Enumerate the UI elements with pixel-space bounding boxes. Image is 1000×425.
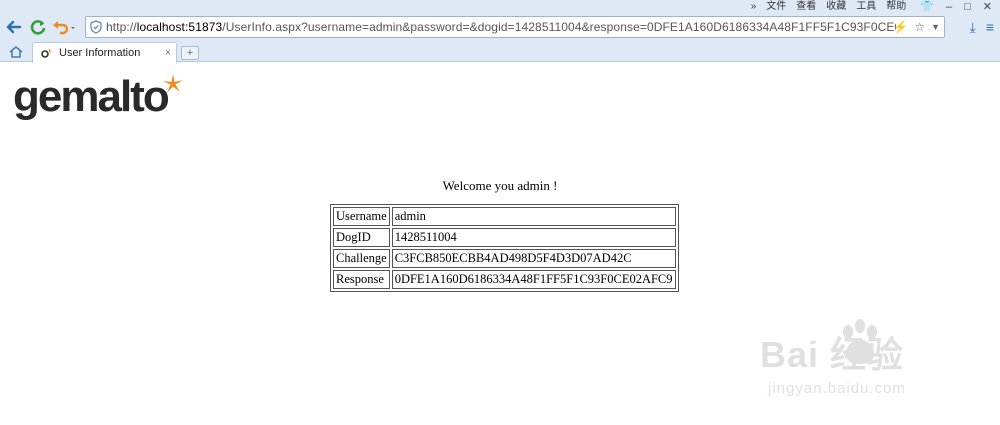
user-info-table: Username admin DogID 1428511004 Challeng… bbox=[330, 204, 679, 292]
undo-close-tab-button[interactable] bbox=[51, 16, 79, 38]
refresh-button[interactable] bbox=[27, 16, 49, 38]
gemalto-logo: gemalto bbox=[13, 72, 183, 122]
welcome-message: Welcome you admin ! bbox=[442, 178, 558, 193]
dropdown-arrow-icon[interactable]: ▼ bbox=[931, 19, 940, 35]
watermark-domain: jingyan.baidu.com bbox=[768, 380, 906, 397]
new-tab-button[interactable]: + bbox=[181, 46, 199, 60]
menu-favorites[interactable]: 收藏 bbox=[826, 0, 846, 14]
row-value: admin bbox=[391, 207, 676, 226]
close-window-icon[interactable]: ✕ bbox=[983, 0, 992, 14]
url-text[interactable]: http://localhost:51873/UserInfo.aspx?use… bbox=[106, 20, 896, 34]
maximize-icon[interactable]: □ bbox=[964, 0, 971, 14]
window-menu-bar: » 文件 查看 收藏 工具 帮助 👕 – □ ✕ bbox=[751, 0, 1000, 14]
undo-icon bbox=[53, 21, 75, 35]
tab-bar: User Information × + bbox=[0, 41, 1000, 63]
download-icon[interactable]: ⤓ bbox=[970, 19, 976, 36]
paw-icon bbox=[843, 319, 877, 364]
shield-icon bbox=[86, 17, 106, 37]
home-icon bbox=[9, 46, 23, 58]
row-key: Username bbox=[333, 207, 390, 226]
skin-icon[interactable]: 👕 bbox=[920, 0, 934, 14]
home-button[interactable] bbox=[6, 43, 26, 61]
toolbar-right: ⤓ ≡ bbox=[970, 16, 994, 38]
tab-user-information[interactable]: User Information × bbox=[32, 42, 177, 63]
row-value: 1428511004 bbox=[391, 228, 676, 247]
menu-more[interactable]: » bbox=[751, 0, 757, 14]
table-row: DogID 1428511004 bbox=[333, 228, 676, 247]
logo-text: gemalto bbox=[13, 72, 170, 121]
watermark-brand: Bai 经验 bbox=[760, 334, 905, 375]
minimize-icon[interactable]: – bbox=[946, 0, 952, 14]
row-key: DogID bbox=[333, 228, 390, 247]
tab-label: User Information bbox=[59, 47, 141, 59]
refresh-icon bbox=[30, 20, 46, 35]
menu-file[interactable]: 文件 bbox=[766, 0, 786, 14]
tab-close-icon[interactable]: × bbox=[160, 47, 176, 59]
menu-help[interactable]: 帮助 bbox=[886, 0, 906, 14]
logo-star-icon bbox=[163, 74, 183, 93]
compat-mode-icon[interactable]: ⚡ bbox=[893, 19, 908, 35]
baidu-watermark: Bai 经验 jingyan.baidu.com bbox=[760, 318, 990, 408]
menu-icon[interactable]: ≡ bbox=[986, 19, 994, 35]
back-button[interactable] bbox=[3, 16, 25, 38]
star-icon[interactable]: ☆ bbox=[914, 19, 925, 35]
gemalto-favicon-icon bbox=[39, 46, 53, 60]
navigation-bar: http://localhost:51873/UserInfo.aspx?use… bbox=[0, 14, 1000, 40]
row-key: Response bbox=[333, 270, 390, 289]
table-row: Challenge C3FCB850ECBB4AD498D5F4D3D07AD4… bbox=[333, 249, 676, 268]
browser-chrome: » 文件 查看 收藏 工具 帮助 👕 – □ ✕ http://localhos… bbox=[0, 0, 1000, 63]
table-row: Username admin bbox=[333, 207, 676, 226]
row-value: 0DFE1A160D6186334A48F1FF5F1C93F0CE02AFC9 bbox=[391, 270, 676, 289]
table-row: Response 0DFE1A160D6186334A48F1FF5F1C93F… bbox=[333, 270, 676, 289]
menu-tools[interactable]: 工具 bbox=[856, 0, 876, 14]
menu-view[interactable]: 查看 bbox=[796, 0, 816, 14]
row-value: C3FCB850ECBB4AD498D5F4D3D07AD42C bbox=[391, 249, 676, 268]
row-key: Challenge bbox=[333, 249, 390, 268]
address-bar[interactable]: http://localhost:51873/UserInfo.aspx?use… bbox=[85, 16, 945, 38]
arrow-left-icon bbox=[6, 20, 22, 34]
